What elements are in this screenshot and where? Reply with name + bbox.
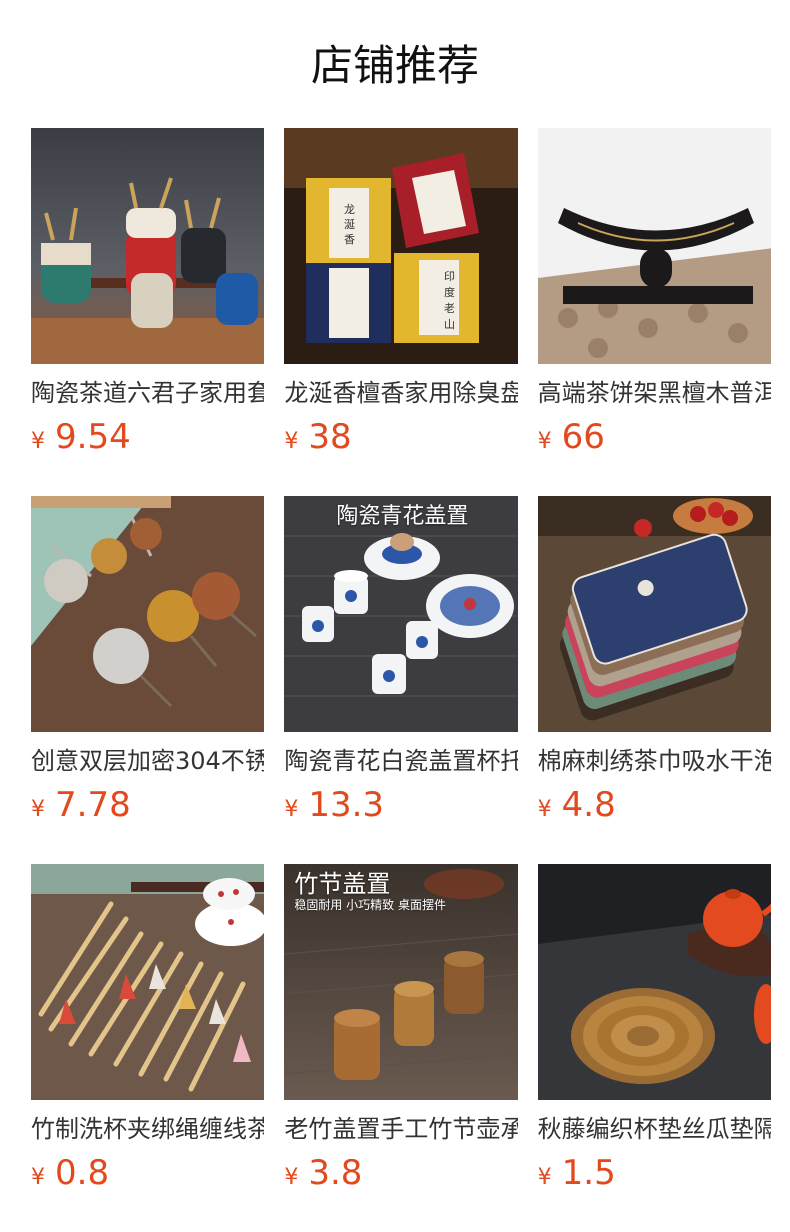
price-value: 4.8: [561, 785, 616, 825]
svg-text:龙: 龙: [344, 203, 355, 216]
product-card[interactable]: 陶瓷茶道六君子家用套装 ¥ 9.54: [31, 128, 265, 496]
price-value: 9.54: [55, 417, 131, 457]
product-name: 老竹盖置手工竹节壶承: [284, 1115, 518, 1143]
currency-symbol: ¥: [31, 797, 45, 822]
product-name: 高端茶饼架黑檀木普洱架: [537, 379, 771, 407]
price-value: 13.3: [308, 785, 385, 825]
page-title: 店铺推荐: [310, 41, 479, 90]
image-overlay-title: 竹节盖置: [294, 870, 391, 898]
currency-symbol: ¥: [284, 797, 299, 822]
product-card[interactable]: 竹制洗杯夹绑绳缠线茶夹 ¥ 0.8: [31, 864, 265, 1232]
product-card[interactable]: 棉麻刺绣茶巾吸水干泡 ¥ 4.8: [537, 496, 771, 864]
bamboo-tongs-icon[interactable]: [31, 864, 265, 1100]
product-name: 竹制洗杯夹绑绳缠线茶夹: [31, 1115, 265, 1143]
product-price: ¥ 1.5: [538, 1154, 771, 1192]
product-row: 竹制洗杯夹绑绳缠线茶夹 ¥ 0.8: [31, 864, 790, 1232]
blue-white-porcelain-icon[interactable]: 陶瓷青花盖置: [284, 496, 518, 732]
tea-tool-set-icon[interactable]: [31, 128, 265, 364]
product-card[interactable]: 高端茶饼架黑檀木普洱架 ¥ 66: [537, 128, 771, 496]
image-overlay-subtitle: 稳固耐用 小巧精致 桌面摆件: [294, 898, 446, 912]
svg-text:香: 香: [344, 233, 355, 246]
product-grid: 陶瓷茶道六君子家用套装 ¥ 9.54: [31, 128, 790, 1232]
price-value: 0.8: [55, 1153, 110, 1193]
product-card[interactable]: 创意双层加密304不锈钢茶滤 ¥ 7.78: [31, 496, 265, 864]
svg-text:印: 印: [444, 270, 455, 283]
product-name: 陶瓷青花白瓷盖置杯托: [284, 747, 518, 775]
price-value: 66: [561, 417, 605, 457]
price-value: 3.8: [308, 1153, 363, 1193]
currency-symbol: ¥: [284, 429, 299, 454]
image-overlay-title: 陶瓷青花盖置: [336, 504, 469, 529]
shop-recommend-page: 店铺推荐 陶瓷茶道六君子家用套 ¥ 9.54 龙 涎 香 印 度 老 山 龙涎香…: [0, 0, 790, 1232]
product-price: ¥ 66: [538, 418, 771, 456]
product-price: ¥ 38: [284, 418, 517, 456]
svg-text:山: 山: [444, 318, 455, 331]
product-row: 创意双层加密304不锈钢茶滤 ¥ 7.78: [31, 496, 790, 864]
rattan-coaster-icon[interactable]: [537, 864, 771, 1100]
product-name: 棉麻刺绣茶巾吸水干泡: [537, 747, 771, 775]
svg-text:度: 度: [444, 285, 455, 299]
product-name: 创意双层加密304不锈钢茶滤: [31, 747, 265, 775]
product-price: ¥ 3.8: [284, 1154, 517, 1192]
product-card[interactable]: 龙涎香 印度老山 龙涎香檀香家用除臭盘香 ¥ 38: [284, 128, 518, 496]
currency-symbol: ¥: [537, 797, 552, 822]
product-name: 龙涎香檀香家用除臭盘香: [284, 379, 518, 407]
product-row: 陶瓷茶道六君子家用套装 ¥ 9.54: [31, 128, 790, 496]
price-value: 7.78: [55, 785, 131, 825]
currency-symbol: ¥: [284, 1165, 299, 1190]
currency-symbol: ¥: [537, 429, 552, 454]
product-card[interactable]: 竹节盖置 稳固耐用 小巧精致 桌面摆件 老竹盖置手工竹节壶承 ¥ 3.8: [284, 864, 518, 1232]
product-price: ¥ 0.8: [31, 1154, 264, 1192]
svg-text:老: 老: [444, 302, 455, 315]
product-card[interactable]: 陶瓷青花盖置 陶瓷青花白瓷盖置杯托 ¥ 13.3: [284, 496, 518, 864]
price-value: 38: [308, 417, 352, 457]
product-price: ¥ 13.3: [284, 786, 517, 824]
svg-text:涎: 涎: [344, 217, 355, 231]
tea-towel-icon[interactable]: [537, 496, 771, 732]
currency-symbol: ¥: [31, 429, 45, 454]
product-card[interactable]: 秋藤编织杯垫丝瓜垫隔热 ¥ 1.5: [537, 864, 771, 1232]
currency-symbol: ¥: [31, 1165, 45, 1190]
product-price: ¥ 7.78: [31, 786, 264, 824]
incense-box-icon[interactable]: 龙涎香 印度老山: [284, 128, 518, 364]
currency-symbol: ¥: [537, 1165, 552, 1190]
product-name: 秋藤编织杯垫丝瓜垫隔热: [537, 1115, 771, 1143]
bamboo-lid-holder-icon[interactable]: 竹节盖置 稳固耐用 小巧精致 桌面摆件: [284, 864, 518, 1100]
product-name: 陶瓷茶道六君子家用套装: [31, 379, 265, 407]
tea-strainer-icon[interactable]: [31, 496, 265, 732]
tea-cake-stand-icon[interactable]: [537, 128, 771, 364]
product-price: ¥ 9.54: [31, 418, 264, 456]
product-price: ¥ 4.8: [538, 786, 771, 824]
price-value: 1.5: [561, 1153, 616, 1193]
